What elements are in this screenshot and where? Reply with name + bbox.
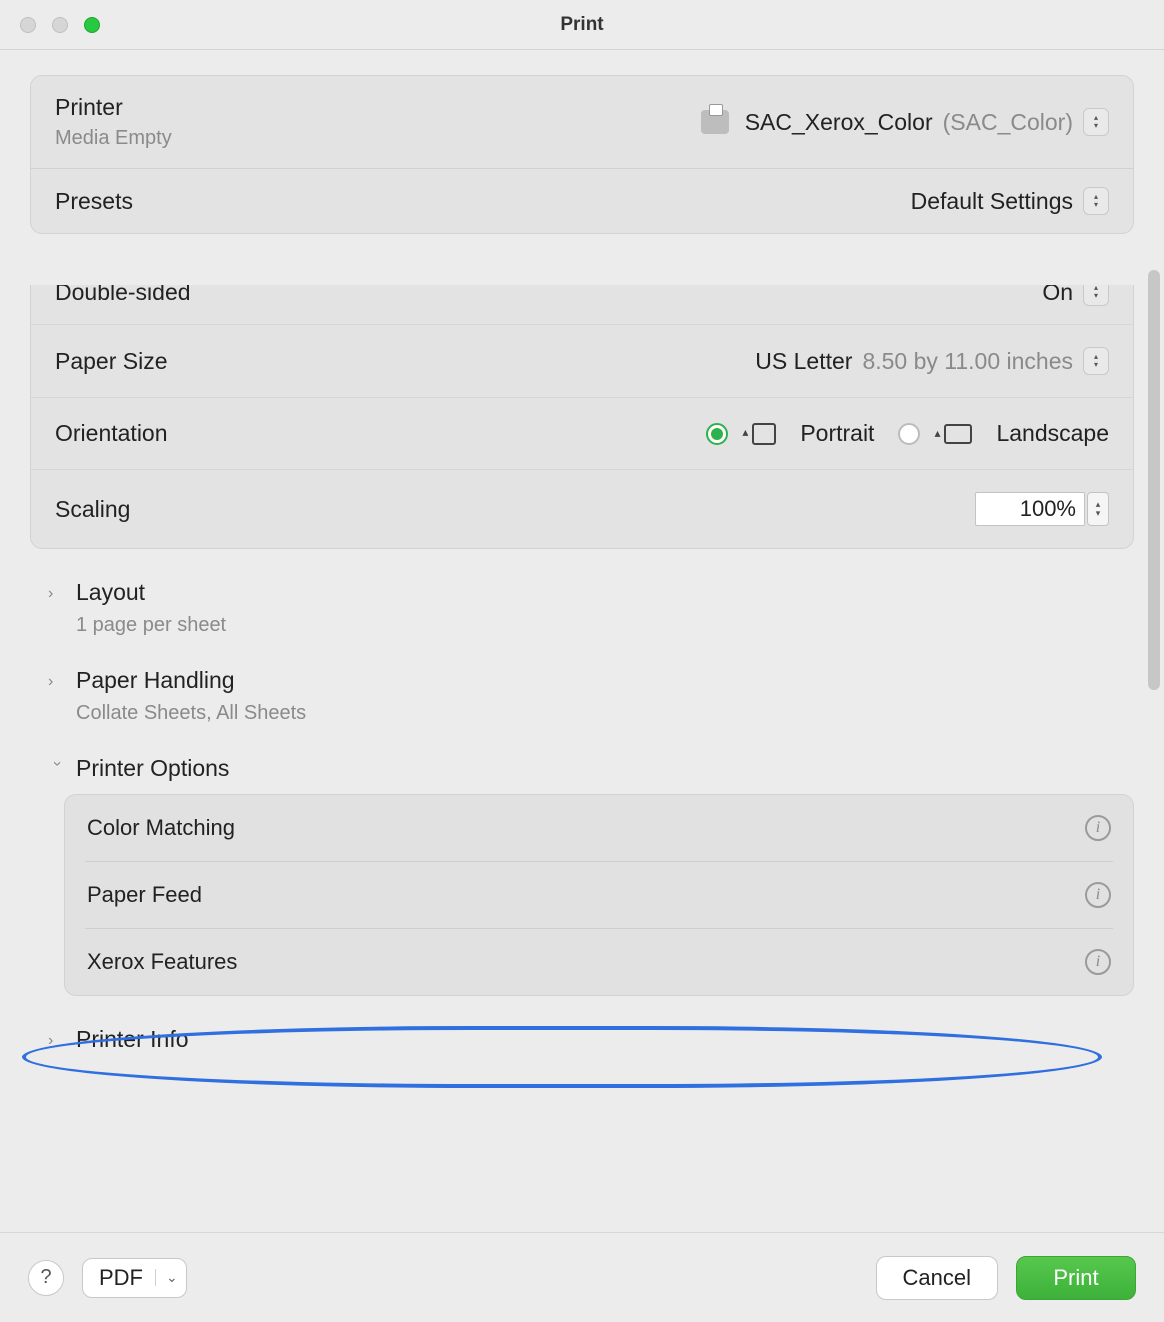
landscape-icon	[944, 424, 972, 444]
portrait-icon	[752, 423, 776, 445]
printer-info-title: Printer Info	[76, 1026, 189, 1053]
color-matching-label: Color Matching	[87, 815, 235, 841]
paper-handling-toggle[interactable]: › Paper Handling	[30, 663, 1134, 696]
chevron-right-icon: ›	[48, 673, 66, 691]
paper-size-selector[interactable]: US Letter 8.50 by 11.00 inches ▴▾	[755, 347, 1109, 375]
scaling-row: Scaling 100% ▴▾	[31, 469, 1133, 548]
printer-paren: (SAC_Color)	[943, 109, 1073, 136]
close-window-icon[interactable]	[20, 17, 36, 33]
chevron-up-down-icon: ▴▾	[1083, 285, 1109, 306]
paper-size-dims: 8.50 by 11.00 inches	[862, 348, 1073, 375]
orientation-row: Orientation Portrait Landscape	[31, 397, 1133, 469]
paper-size-label: Paper Size	[55, 348, 168, 375]
help-button[interactable]: ?	[28, 1260, 64, 1296]
info-icon[interactable]: i	[1085, 949, 1111, 975]
printer-label: Printer	[55, 94, 172, 121]
layout-section: › Layout 1 page per sheet	[30, 575, 1134, 637]
scrollbar-thumb[interactable]	[1148, 270, 1160, 690]
chevron-up-down-icon: ▴▾	[1083, 347, 1109, 375]
pdf-label: PDF	[99, 1265, 143, 1291]
printer-icon	[701, 110, 729, 134]
orientation-portrait-label: Portrait	[800, 420, 874, 447]
chevron-right-icon: ›	[48, 1032, 66, 1050]
printer-info-section: › Printer Info	[30, 1022, 1134, 1055]
paper-feed-item[interactable]: Paper Feed i	[65, 862, 1133, 928]
print-button[interactable]: Print	[1016, 1256, 1136, 1300]
dialog-footer: ? PDF ⌄ Cancel Print	[0, 1232, 1164, 1322]
paper-size-row: Paper Size US Letter 8.50 by 11.00 inche…	[31, 324, 1133, 397]
printer-info-toggle[interactable]: › Printer Info	[30, 1022, 1134, 1055]
layout-toggle[interactable]: › Layout	[30, 575, 1134, 608]
presets-value: Default Settings	[911, 188, 1073, 215]
chevron-up-down-icon: ▴▾	[1083, 187, 1109, 215]
chevron-right-icon: ›	[48, 585, 66, 603]
chevron-up-down-icon: ▴▾	[1083, 108, 1109, 136]
minimize-window-icon[interactable]	[52, 17, 68, 33]
paper-size-value: US Letter	[755, 348, 852, 375]
color-matching-item[interactable]: Color Matching i	[65, 795, 1133, 861]
settings-panel: Double-sided On ▴▾ Paper Size US Letter …	[30, 285, 1134, 549]
paper-handling-title: Paper Handling	[76, 667, 235, 694]
cancel-button[interactable]: Cancel	[876, 1256, 998, 1300]
titlebar: Print	[0, 0, 1164, 50]
window-title: Print	[560, 14, 603, 36]
presets-row: Presets Default Settings ▴▾	[31, 168, 1133, 233]
zoom-window-icon[interactable]	[84, 17, 100, 33]
orientation-landscape-radio[interactable]	[898, 423, 920, 445]
double-sided-label: Double-sided	[55, 285, 191, 306]
xerox-features-label: Xerox Features	[87, 949, 237, 975]
scaling-label: Scaling	[55, 496, 130, 523]
scaling-input[interactable]: 100%	[975, 492, 1085, 526]
info-icon[interactable]: i	[1085, 882, 1111, 908]
printer-options-section: › Printer Options Color Matching i Paper…	[30, 751, 1134, 996]
paper-handling-summary: Collate Sheets, All Sheets	[76, 702, 1134, 725]
printer-selector[interactable]: SAC_Xerox_Color (SAC_Color) ▴▾	[701, 108, 1109, 136]
printer-options-toggle[interactable]: › Printer Options	[30, 751, 1134, 784]
printer-options-list: Color Matching i Paper Feed i Xerox Feat…	[64, 794, 1134, 996]
settings-scroll-area: Double-sided On ▴▾ Paper Size US Letter …	[0, 285, 1164, 1075]
double-sided-selector[interactable]: On ▴▾	[1042, 285, 1109, 306]
double-sided-value: On	[1042, 285, 1073, 306]
presets-label: Presets	[55, 188, 133, 215]
chevron-down-icon: ⌄	[155, 1269, 178, 1286]
printer-options-title: Printer Options	[76, 755, 229, 782]
chevron-down-icon: ›	[48, 761, 66, 779]
scaling-stepper[interactable]: ▴▾	[1087, 492, 1109, 526]
paper-feed-label: Paper Feed	[87, 882, 202, 908]
printer-status: Media Empty	[55, 127, 172, 150]
xerox-features-item[interactable]: Xerox Features i	[65, 929, 1133, 995]
paper-handling-section: › Paper Handling Collate Sheets, All She…	[30, 663, 1134, 725]
orientation-portrait-radio[interactable]	[706, 423, 728, 445]
pdf-menu-button[interactable]: PDF ⌄	[82, 1258, 187, 1298]
info-icon[interactable]: i	[1085, 815, 1111, 841]
traffic-lights	[20, 17, 100, 33]
print-header-panel: Printer Media Empty SAC_Xerox_Color (SAC…	[30, 75, 1134, 234]
double-sided-row: Double-sided On ▴▾	[31, 285, 1133, 324]
layout-title: Layout	[76, 579, 145, 606]
printer-name: SAC_Xerox_Color	[745, 109, 933, 136]
orientation-landscape-label: Landscape	[996, 420, 1109, 447]
presets-selector[interactable]: Default Settings ▴▾	[911, 187, 1109, 215]
orientation-label: Orientation	[55, 420, 168, 447]
printer-row: Printer Media Empty SAC_Xerox_Color (SAC…	[31, 76, 1133, 168]
layout-summary: 1 page per sheet	[76, 614, 1134, 637]
